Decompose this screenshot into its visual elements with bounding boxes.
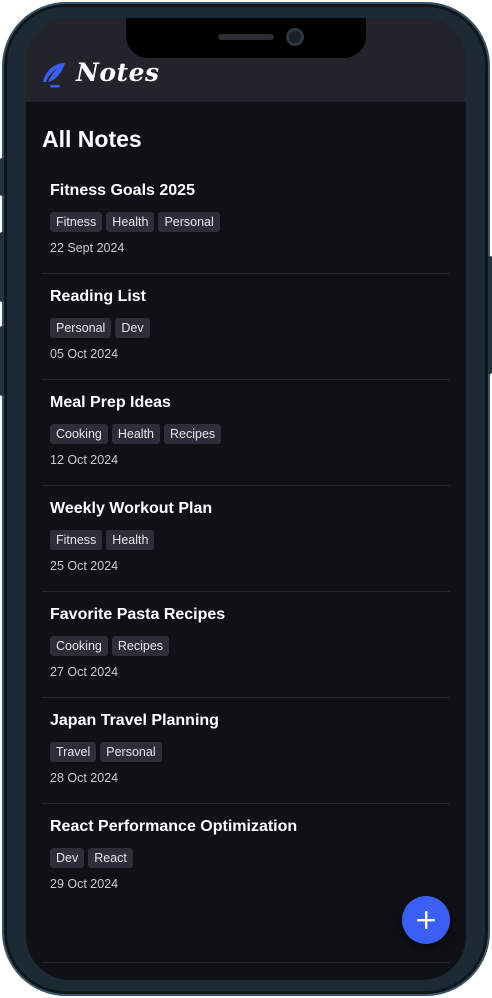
side-button	[0, 158, 4, 196]
divider	[42, 962, 450, 963]
note-date: 12 Oct 2024	[50, 453, 119, 467]
camera	[286, 28, 304, 46]
note-date: 25 Oct 2024	[50, 559, 119, 573]
note-title: React Performance Optimization	[50, 818, 298, 835]
tag-badge[interactable]: Fitness	[50, 212, 103, 232]
app-header: Notes	[26, 18, 466, 102]
note-item[interactable]: Japan Travel Planning Travel Personal 28 Oc…	[42, 698, 450, 804]
tag-list: Dev React	[50, 848, 442, 868]
note-item[interactable]: Meal Prep Ideas Cooking Health Recipes 12 Oc…	[42, 380, 450, 486]
note-title: Weekly Workout Plan	[50, 500, 213, 517]
page-title: All Notes	[42, 126, 142, 152]
side-button	[0, 326, 4, 396]
tag-badge[interactable]: Cooking	[50, 636, 108, 656]
side-button	[488, 256, 492, 374]
note-item[interactable]: Weekly Workout Plan Fitness Health 25 Oct 2…	[42, 486, 450, 592]
tag-badge[interactable]: Recipes	[111, 636, 170, 656]
note-list: Fitness Goals 2025 Fitness Health Personal 2…	[42, 168, 450, 910]
tag-badge[interactable]: React	[88, 848, 133, 868]
note-date: 28 Oct 2024	[50, 771, 119, 785]
tag-badge[interactable]: Health	[106, 212, 155, 232]
note-item[interactable]: React Performance Optimization Dev React 29…	[42, 804, 450, 910]
side-button	[0, 232, 4, 302]
note-item[interactable]: Favorite Pasta Recipes Cooking Recipes 27 O…	[42, 592, 450, 698]
note-title: Reading List	[50, 288, 147, 305]
tag-badge[interactable]: Health	[111, 424, 161, 444]
tag-badge[interactable]: Recipes	[164, 424, 222, 444]
add-note-button[interactable]	[402, 896, 450, 944]
tag-badge[interactable]: Cooking	[50, 424, 108, 444]
tag-list: Fitness Health	[50, 530, 442, 550]
tag-list: Fitness Health Personal	[50, 212, 442, 232]
note-title: Japan Travel Planning	[50, 712, 219, 729]
tag-badge[interactable]: Health	[106, 530, 155, 550]
app-title: Notes	[76, 58, 160, 87]
note-title: Favorite Pasta Recipes	[50, 606, 226, 623]
tag-badge[interactable]: Dev	[50, 848, 85, 868]
tag-badge[interactable]: Travel	[50, 742, 97, 762]
tag-badge[interactable]: Personal	[50, 318, 112, 338]
tag-badge[interactable]: Personal	[100, 742, 162, 762]
speaker	[218, 34, 274, 40]
note-date: 27 Oct 2024	[50, 665, 119, 679]
tag-list: Cooking Recipes	[50, 636, 442, 656]
note-item[interactable]: Fitness Goals 2025 Fitness Health Personal 2…	[42, 168, 450, 274]
notch	[126, 18, 366, 58]
note-title: Meal Prep Ideas	[50, 394, 171, 411]
note-title: Fitness Goals 2025	[50, 182, 195, 199]
note-date: 05 Oct 2024	[50, 347, 119, 361]
tag-badge[interactable]: Fitness	[50, 530, 103, 550]
app-screen: Notes All Notes Fitness Goals 2025 Fitnes…	[26, 18, 466, 980]
tag-badge[interactable]: Personal	[158, 212, 220, 232]
tag-list: Personal Dev	[50, 318, 442, 338]
feather-icon	[43, 63, 65, 88]
plus-icon	[417, 911, 435, 929]
note-date: 29 Oct 2024	[50, 877, 119, 891]
tag-list: Travel Personal	[50, 742, 442, 762]
tag-badge[interactable]: Dev	[115, 318, 150, 338]
tag-list: Cooking Health Recipes	[50, 424, 442, 444]
note-item[interactable]: Reading List Personal Dev 05 Oct 2024	[42, 274, 450, 380]
note-date: 22 Sept 2024	[50, 241, 125, 255]
